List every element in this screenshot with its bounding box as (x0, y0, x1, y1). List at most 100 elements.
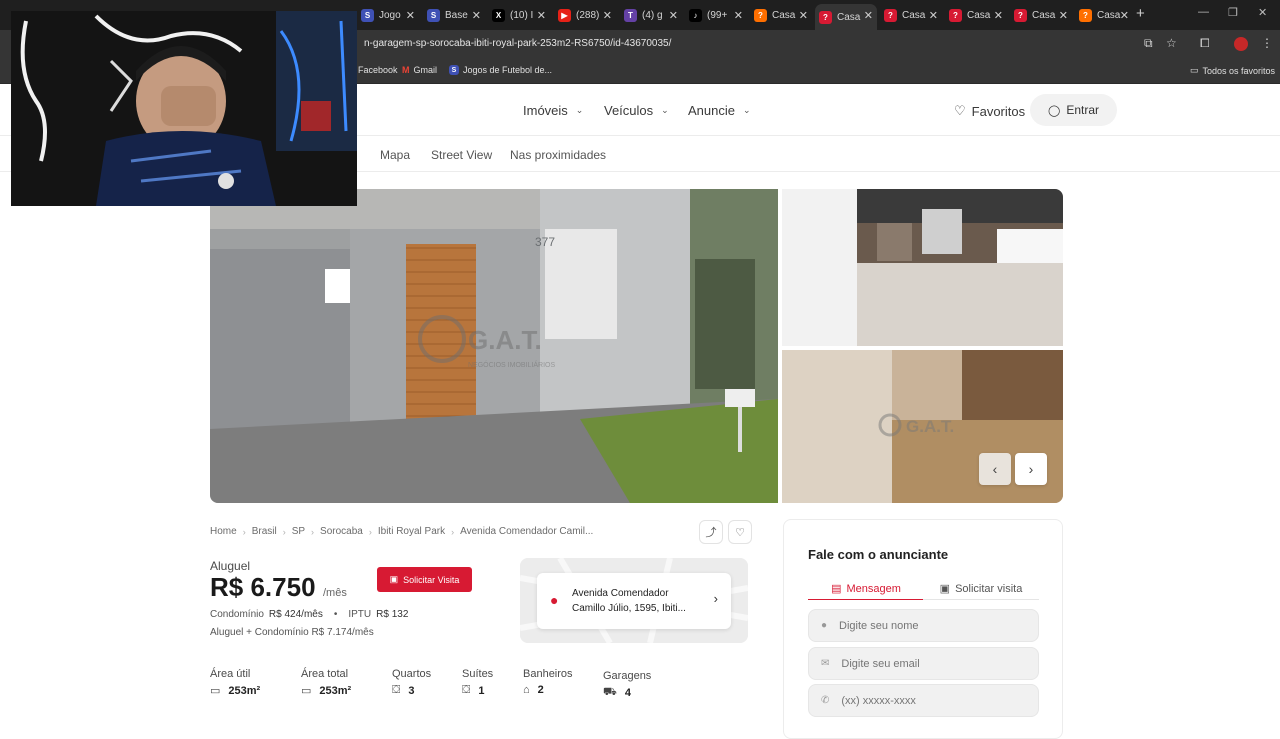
tab-label: Mensagem (846, 582, 901, 595)
address-card[interactable]: ● Avenida Comendador Camillo Júlio, 1595… (537, 573, 731, 629)
close-window-icon[interactable]: ✕ (1258, 6, 1267, 19)
breadcrumb-item[interactable]: Ibiti Royal Park (378, 526, 445, 537)
breadcrumb-item[interactable]: Home (210, 526, 237, 537)
favorite-button[interactable]: ♡ (728, 520, 752, 544)
phone-input[interactable] (841, 694, 1022, 707)
breadcrumb-item[interactable]: Brasil (252, 526, 277, 537)
breadcrumb-item[interactable]: Avenida Comendador Camil... (460, 526, 593, 537)
watermark-text: G.A.T. (906, 417, 954, 436)
total-cost: Aluguel + Condomínio R$ 7.174/mês (210, 627, 374, 638)
nav-anuncie[interactable]: Anuncie ⌄ (688, 103, 751, 118)
email-input[interactable] (841, 657, 1022, 670)
webcam-overlay (11, 11, 357, 206)
url-field[interactable]: n-garagem-sp-sorocaba-ibiti-royal-park-2… (364, 38, 671, 49)
tab-mensagem[interactable]: ▤ Mensagem (808, 578, 924, 600)
tab-solicitar-visita[interactable]: ▣ Solicitar visita (923, 578, 1039, 600)
browser-tab[interactable]: ? Casa ✕ (880, 4, 942, 26)
location-pin-icon: ● (550, 592, 559, 608)
nav-veiculos[interactable]: Veículos ⌄ (604, 103, 669, 118)
tab-favicon-icon: ? (1014, 8, 1027, 22)
browser-tab[interactable]: ? Casa ✕ (815, 4, 877, 30)
bookmark-gmail[interactable]: M Gmail (402, 65, 437, 75)
name-input[interactable] (839, 619, 1020, 632)
tab-favicon-icon: S (361, 8, 374, 22)
feature-label: Área útil (210, 668, 251, 680)
email-field[interactable]: ✉ (808, 647, 1039, 680)
gallery-prev-button[interactable]: ‹ (979, 453, 1011, 485)
close-tab-icon[interactable]: ✕ (799, 9, 808, 22)
bookmark-label: Facebook (358, 65, 398, 75)
profile-avatar[interactable] (1234, 37, 1248, 51)
install-app-icon[interactable]: ⧉ (1144, 36, 1153, 51)
kitchen-photo[interactable] (782, 189, 1063, 346)
close-tab-icon[interactable]: ✕ (537, 9, 546, 22)
tab-proximidades[interactable]: Nas proximidades (510, 148, 606, 162)
close-tab-icon[interactable]: ✕ (929, 9, 938, 22)
bookmark-all-favorites[interactable]: ▭ Todos os favoritos (1190, 65, 1275, 76)
solicitar-visita-button[interactable]: ▣ Solicitar Visita (377, 567, 472, 592)
tab-mapa[interactable]: Mapa (380, 148, 410, 162)
bookmark-facebook[interactable]: Facebook (358, 65, 398, 75)
feature-label: Suítes (462, 668, 494, 680)
entrar-button[interactable]: ◯ Entrar (1030, 94, 1117, 126)
breadcrumb-item[interactable]: SP (292, 526, 305, 537)
listing-price: R$ 6.750 (210, 572, 316, 602)
favoritos-link[interactable]: ♡ Favoritos (954, 103, 1025, 119)
watermark-text: G.A.T. (468, 325, 542, 355)
close-tab-icon[interactable]: ✕ (669, 9, 678, 22)
breadcrumb-item[interactable]: Sorocaba (320, 526, 363, 537)
feature-item: Banheiros ⌂ 2 (523, 668, 573, 696)
chevron-down-icon: ⌄ (661, 105, 669, 115)
bookmark-futebol[interactable]: S Jogos de Futebol de... (449, 65, 552, 75)
house-number-text: 377 (535, 235, 555, 249)
breadcrumb-separator-icon: › (451, 526, 455, 537)
tab-title: Casa (837, 11, 861, 23)
feature-item: Área útil ▭ 253m² (210, 668, 260, 697)
close-tab-icon[interactable]: ✕ (734, 9, 743, 22)
calendar-icon: ▣ (939, 583, 951, 595)
minimize-icon[interactable]: — (1198, 6, 1209, 18)
name-field[interactable]: ● (808, 609, 1039, 642)
browser-tab[interactable]: S Jogo ✕ (357, 4, 419, 26)
close-tab-icon[interactable]: ✕ (864, 9, 873, 22)
close-tab-icon[interactable]: ✕ (472, 9, 481, 22)
feature-label: Garagens (603, 670, 652, 682)
contact-title: Fale com o anunciante (808, 547, 949, 562)
browser-tab[interactable]: ? Casa ✕ (750, 4, 812, 26)
tab-title: (4) g (642, 9, 663, 21)
visit-button-label: Solicitar Visita (403, 574, 460, 585)
share-button[interactable]: ⤴ (699, 520, 723, 544)
tab-title: Base (445, 9, 468, 21)
feature-item: Área total ▭ 253m² (301, 668, 351, 697)
close-tab-icon[interactable]: ✕ (406, 9, 415, 22)
browser-tab[interactable]: T (4) g ✕ (620, 4, 682, 26)
browser-tab[interactable]: S Base ✕ (423, 4, 485, 26)
maximize-icon[interactable]: ❐ (1228, 6, 1238, 19)
browser-tab[interactable]: X (10) I ✕ (488, 4, 550, 26)
tab-street-view[interactable]: Street View (431, 148, 492, 162)
tab-favicon-icon: X (492, 8, 505, 22)
close-tab-icon[interactable]: ✕ (1120, 9, 1129, 22)
browser-tab[interactable]: ? Casa ✕ (1010, 4, 1072, 26)
browser-tab[interactable]: ? Casa ✕ (945, 4, 1007, 26)
close-tab-icon[interactable]: ✕ (994, 9, 1003, 22)
browser-tab[interactable]: ♪ (99+ ✕ (685, 4, 747, 26)
close-tab-icon[interactable]: ✕ (603, 9, 612, 22)
bookmark-star-icon[interactable]: ☆ (1166, 36, 1177, 50)
browser-tab[interactable]: ? Casa ✕ (1075, 4, 1133, 26)
new-tab-icon[interactable]: + (1136, 5, 1145, 22)
phone-field[interactable]: ✆ (808, 684, 1039, 717)
browser-tab[interactable]: ▶ (288) ✕ (554, 4, 616, 26)
feature-label: Quartos (392, 668, 432, 680)
browser-menu-icon[interactable]: ⋮ (1261, 36, 1273, 50)
nav-imoveis[interactable]: Imóveis ⌄ (523, 103, 583, 118)
bookmark-label: Todos os favoritos (1202, 65, 1276, 76)
gallery-next-button[interactable]: › (1015, 453, 1047, 485)
tab-favicon-icon: ▶ (558, 8, 571, 22)
extensions-icon[interactable]: ⧠ (1200, 36, 1210, 51)
tab-title: (10) I (510, 9, 534, 21)
feature-value: 3 (408, 684, 415, 697)
main-photo[interactable]: 377 G.A.T. NEGÓCIOS IMOBILIÁRIOS (210, 189, 778, 503)
close-tab-icon[interactable]: ✕ (1059, 9, 1068, 22)
price-unit: /mês (323, 587, 347, 599)
